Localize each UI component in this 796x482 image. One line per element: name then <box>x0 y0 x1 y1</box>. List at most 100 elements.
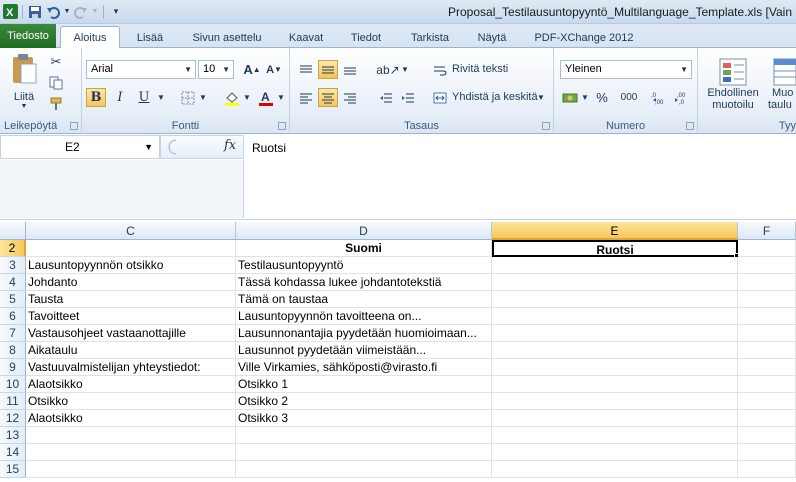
row-header[interactable]: 8 <box>0 342 26 359</box>
merge-center-label[interactable]: Yhdistä ja keskitä <box>452 91 538 103</box>
tab-view[interactable]: Näytä <box>470 27 514 48</box>
cell-d9[interactable]: Ville Virkamies, sähköposti@virasto.fi <box>236 359 492 376</box>
cell-d3[interactable]: Testilausuntopyyntö <box>236 257 492 274</box>
customize-toolbar-icon[interactable]: ▾ <box>108 3 124 20</box>
increase-decimal-icon[interactable]: ,0,00 <box>650 88 670 107</box>
column-header-e[interactable]: E <box>492 222 738 240</box>
cell-e7[interactable] <box>492 325 738 342</box>
decrease-decimal-icon[interactable]: ,00,0 <box>672 88 692 107</box>
name-box-dropdown-icon[interactable]: ▼ <box>144 136 153 158</box>
cell-d7[interactable]: Lausunnonantajia pyydetään huomioimaan..… <box>236 325 492 342</box>
cell-d6[interactable]: Lausuntopyynnön tavoitteena on... <box>236 308 492 325</box>
cell-d14[interactable] <box>236 444 492 461</box>
cell-d13[interactable] <box>236 427 492 444</box>
cell-c3[interactable]: Lausuntopyynnön otsikko <box>26 257 236 274</box>
cell-f3[interactable] <box>738 257 796 274</box>
undo-icon[interactable] <box>45 3 61 20</box>
column-header-f[interactable]: F <box>738 222 796 240</box>
row-header[interactable]: 4 <box>0 274 26 291</box>
cell-c8[interactable]: Aikataulu <box>26 342 236 359</box>
underline-dropdown-icon[interactable]: ▼ <box>156 88 166 107</box>
cell-e4[interactable] <box>492 274 738 291</box>
cell-f11[interactable] <box>738 393 796 410</box>
cell-c11[interactable]: Otsikko <box>26 393 236 410</box>
cell-e13[interactable] <box>492 427 738 444</box>
cell-d5[interactable]: Tämä on taustaa <box>236 291 492 308</box>
cell-f2[interactable] <box>738 240 796 257</box>
column-header-d[interactable]: D <box>236 222 492 240</box>
cut-icon[interactable]: ✂ <box>46 52 66 71</box>
tab-data[interactable]: Tiedot <box>344 27 388 48</box>
cell-e15[interactable] <box>492 461 738 478</box>
merge-dropdown-icon[interactable]: ▼ <box>536 88 546 107</box>
cell-c5[interactable]: Tausta <box>26 291 236 308</box>
align-right-icon[interactable] <box>340 88 360 107</box>
thousands-separator-button[interactable]: 000 <box>616 88 642 107</box>
cell-c6[interactable]: Tavoitteet <box>26 308 236 325</box>
formula-input[interactable]: Ruotsi <box>252 141 286 155</box>
cell-e9[interactable] <box>492 359 738 376</box>
tab-page-layout[interactable]: Sivun asettelu <box>182 27 272 48</box>
cell-f12[interactable] <box>738 410 796 427</box>
tab-formulas[interactable]: Kaavat <box>282 27 330 48</box>
cell-e5[interactable] <box>492 291 738 308</box>
align-bottom-icon[interactable] <box>340 60 360 79</box>
decrease-indent-icon[interactable] <box>376 88 396 107</box>
currency-icon[interactable] <box>560 88 580 107</box>
row-header[interactable]: 5 <box>0 291 26 308</box>
font-launcher-icon[interactable] <box>278 122 286 130</box>
cell-f8[interactable] <box>738 342 796 359</box>
fill-color-dropdown-icon[interactable]: ▼ <box>242 88 252 107</box>
tab-home[interactable]: Aloitus <box>60 26 120 49</box>
align-center-icon[interactable] <box>318 88 338 107</box>
wrap-text-icon[interactable] <box>430 60 450 79</box>
row-header[interactable]: 15 <box>0 461 26 478</box>
save-icon[interactable] <box>27 3 43 20</box>
column-header-c[interactable]: C <box>26 222 236 240</box>
font-color-dropdown-icon[interactable]: ▼ <box>276 88 286 107</box>
grow-font-icon[interactable]: A ▲ <box>242 60 262 79</box>
wrap-text-label[interactable]: Rivitä teksti <box>452 63 508 75</box>
underline-button[interactable]: U <box>134 88 154 107</box>
row-header[interactable]: 9 <box>0 359 26 376</box>
cell-d11[interactable]: Otsikko 2 <box>236 393 492 410</box>
cell-c4[interactable]: Johdanto <box>26 274 236 291</box>
row-header[interactable]: 14 <box>0 444 26 461</box>
cell-e8[interactable] <box>492 342 738 359</box>
cell-c2[interactable] <box>26 240 236 257</box>
row-header[interactable]: 10 <box>0 376 26 393</box>
percent-button[interactable]: % <box>592 88 612 107</box>
conditional-formatting-button[interactable]: Ehdollinen muotoilu <box>702 52 764 116</box>
cell-f4[interactable] <box>738 274 796 291</box>
cell-c9[interactable]: Vastuuvalmistelijan yhteystiedot: <box>26 359 236 376</box>
row-header[interactable]: 6 <box>0 308 26 325</box>
cell-d12[interactable]: Otsikko 3 <box>236 410 492 427</box>
cell-d2[interactable]: Suomi <box>236 240 492 257</box>
cell-e14[interactable] <box>492 444 738 461</box>
select-all-corner[interactable] <box>0 222 26 240</box>
tab-review[interactable]: Tarkista <box>404 27 456 48</box>
row-header[interactable]: 3 <box>0 257 26 274</box>
cell-f7[interactable] <box>738 325 796 342</box>
font-size-select[interactable]: 10 ▼ <box>198 60 234 79</box>
number-launcher-icon[interactable] <box>686 122 694 130</box>
orientation-icon[interactable]: ab↗ <box>376 60 399 79</box>
align-top-icon[interactable] <box>296 60 316 79</box>
copy-icon[interactable] <box>46 73 66 92</box>
increase-indent-icon[interactable] <box>398 88 418 107</box>
fill-color-icon[interactable] <box>222 88 242 107</box>
cell-c12[interactable]: Alaotsikko <box>26 410 236 427</box>
currency-dropdown-icon[interactable]: ▼ <box>580 88 590 107</box>
redo-icon[interactable] <box>73 3 89 20</box>
cell-d4[interactable]: Tässä kohdassa lukee johdantotekstiä <box>236 274 492 291</box>
tab-pdf-xchange[interactable]: PDF-XChange 2012 <box>528 27 640 48</box>
cell-e12[interactable] <box>492 410 738 427</box>
tab-file[interactable]: Tiedosto <box>0 24 56 48</box>
row-header[interactable]: 13 <box>0 427 26 444</box>
row-header[interactable]: 11 <box>0 393 26 410</box>
cell-f15[interactable] <box>738 461 796 478</box>
row-header[interactable]: 12 <box>0 410 26 427</box>
insert-function-button[interactable]: fx <box>224 138 236 153</box>
cell-d15[interactable] <box>236 461 492 478</box>
cell-f10[interactable] <box>738 376 796 393</box>
